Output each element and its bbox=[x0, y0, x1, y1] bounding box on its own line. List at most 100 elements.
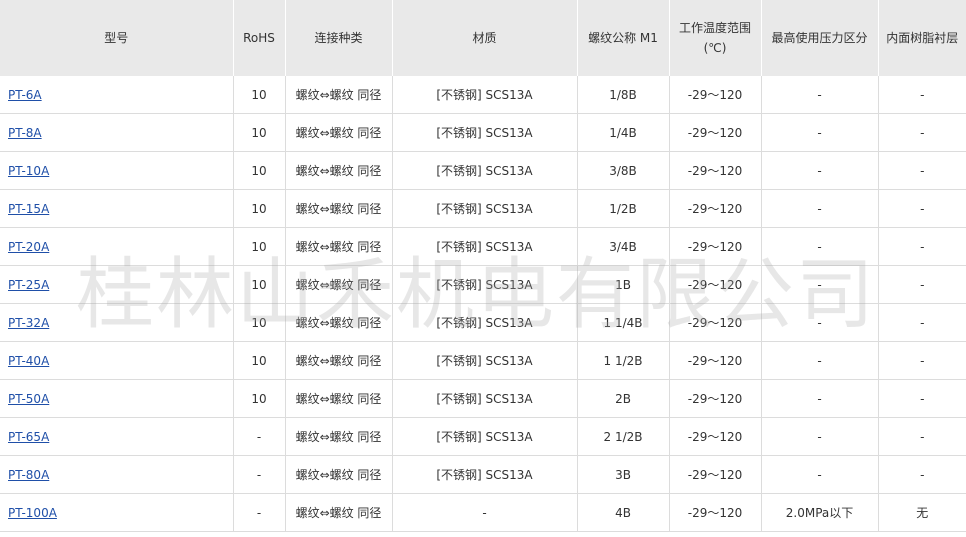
table-row: PT-50A 10 螺纹⇔螺纹 同径 [不锈钢] SCS13A 2B -29～120- - bbox=[0, 379, 966, 418]
cell-material: [不锈钢] SCS13A bbox=[391, 417, 577, 456]
cell-model: PT-40A bbox=[0, 341, 233, 380]
cell-temperature-range: -29～120 bbox=[668, 455, 761, 494]
cell-rohs: 10 bbox=[232, 303, 285, 342]
cell-thread-size: 2B bbox=[576, 379, 669, 418]
cell-connection-type: 螺纹⇔螺纹 同径 bbox=[284, 417, 392, 456]
table-row: PT-8A 10 螺纹⇔螺纹 同径 [不锈钢] SCS13A 1/4B -29～120- - bbox=[0, 113, 966, 152]
cell-model: PT-8A bbox=[0, 113, 233, 152]
cell-resin-lining: - bbox=[877, 379, 966, 418]
cell-material: [不锈钢] SCS13A bbox=[391, 265, 577, 304]
cell-model: PT-80A bbox=[0, 455, 233, 494]
table-row: PT-25A 10 螺纹⇔螺纹 同径 [不锈钢] SCS13A 1B -29～120- - bbox=[0, 265, 966, 304]
cell-connection-type: 螺纹⇔螺纹 同径 bbox=[284, 379, 392, 418]
header-material: 材质 bbox=[391, 0, 577, 76]
table-row: PT-20A 10 螺纹⇔螺纹 同径 [不锈钢] SCS13A 3/4B -29～120-… bbox=[0, 227, 966, 266]
cell-thread-size: 3/8B bbox=[576, 151, 669, 190]
cell-material: [不锈钢] SCS13A bbox=[391, 379, 577, 418]
cell-max-pressure: - bbox=[760, 76, 878, 114]
cell-thread-size: 1B bbox=[576, 265, 669, 304]
model-link[interactable]: PT-100A bbox=[8, 506, 57, 520]
cell-rohs: 10 bbox=[232, 76, 285, 114]
cell-material: [不锈钢] SCS13A bbox=[391, 455, 577, 494]
cell-resin-lining: - bbox=[877, 151, 966, 190]
cell-thread-size: 1 1/2B bbox=[576, 341, 669, 380]
cell-max-pressure: - bbox=[760, 341, 878, 380]
cell-material: [不锈钢] SCS13A bbox=[391, 303, 577, 342]
cell-temperature-range: -29～120 bbox=[668, 493, 761, 532]
cell-temperature-range: -29～120 bbox=[668, 379, 761, 418]
cell-material: [不锈钢] SCS13A bbox=[391, 76, 577, 114]
cell-rohs: - bbox=[232, 417, 285, 456]
cell-material: [不锈钢] SCS13A bbox=[391, 151, 577, 190]
cell-temperature-range: -29～120 bbox=[668, 189, 761, 228]
cell-rohs: 10 bbox=[232, 227, 285, 266]
cell-model: PT-25A bbox=[0, 265, 233, 304]
model-link[interactable]: PT-20A bbox=[8, 240, 49, 254]
header-rohs: RoHS bbox=[232, 0, 285, 76]
cell-max-pressure: - bbox=[760, 379, 878, 418]
table-row: PT-6A 10 螺纹⇔螺纹 同径 [不锈钢] SCS13A 1/8B -29～120- - bbox=[0, 76, 966, 114]
cell-max-pressure: 2.0MPa以下 bbox=[760, 493, 878, 532]
cell-model: PT-20A bbox=[0, 227, 233, 266]
cell-connection-type: 螺纹⇔螺纹 同径 bbox=[284, 265, 392, 304]
cell-resin-lining: - bbox=[877, 341, 966, 380]
cell-connection-type: 螺纹⇔螺纹 同径 bbox=[284, 113, 392, 152]
cell-model: PT-10A bbox=[0, 151, 233, 190]
cell-material: [不锈钢] SCS13A bbox=[391, 227, 577, 266]
cell-max-pressure: - bbox=[760, 151, 878, 190]
table-row: PT-65A - 螺纹⇔螺纹 同径 [不锈钢] SCS13A 2 1/2B -29～120… bbox=[0, 417, 966, 456]
cell-temperature-range: -29～120 bbox=[668, 151, 761, 190]
cell-material: [不锈钢] SCS13A bbox=[391, 113, 577, 152]
cell-thread-size: 3B bbox=[576, 455, 669, 494]
cell-model: PT-6A bbox=[0, 76, 233, 114]
table-row: PT-10A 10 螺纹⇔螺纹 同径 [不锈钢] SCS13A 3/8B -29～120-… bbox=[0, 151, 966, 190]
model-link[interactable]: PT-15A bbox=[8, 202, 49, 216]
model-link[interactable]: PT-50A bbox=[8, 392, 49, 406]
cell-connection-type: 螺纹⇔螺纹 同径 bbox=[284, 303, 392, 342]
model-link[interactable]: PT-65A bbox=[8, 430, 49, 444]
cell-model: PT-15A bbox=[0, 189, 233, 228]
header-temperature-range: 工作温度范围 (℃) bbox=[668, 0, 761, 76]
table-row: PT-15A 10 螺纹⇔螺纹 同径 [不锈钢] SCS13A 1/2B -29～120-… bbox=[0, 189, 966, 228]
cell-resin-lining: - bbox=[877, 76, 966, 114]
header-row: 型号 RoHS 连接种类 材质 螺纹公称 M1 工作温度范围 (℃) 最高使用压… bbox=[0, 0, 966, 76]
header-temperature-unit: (℃) bbox=[703, 41, 727, 55]
cell-temperature-range: -29～120 bbox=[668, 417, 761, 456]
table-row: PT-40A 10 螺纹⇔螺纹 同径 [不锈钢] SCS13A 1 1/2B -29～12… bbox=[0, 341, 966, 380]
cell-thread-size: 1/2B bbox=[576, 189, 669, 228]
cell-thread-size: 3/4B bbox=[576, 227, 669, 266]
model-link[interactable]: PT-32A bbox=[8, 316, 49, 330]
cell-connection-type: 螺纹⇔螺纹 同径 bbox=[284, 493, 392, 532]
cell-resin-lining: - bbox=[877, 417, 966, 456]
product-spec-table: 型号 RoHS 连接种类 材质 螺纹公称 M1 工作温度范围 (℃) 最高使用压… bbox=[0, 0, 966, 532]
cell-model: PT-50A bbox=[0, 379, 233, 418]
cell-resin-lining: - bbox=[877, 189, 966, 228]
cell-model: PT-100A bbox=[0, 493, 233, 532]
cell-connection-type: 螺纹⇔螺纹 同径 bbox=[284, 189, 392, 228]
cell-connection-type: 螺纹⇔螺纹 同径 bbox=[284, 151, 392, 190]
model-link[interactable]: PT-80A bbox=[8, 468, 49, 482]
cell-resin-lining: - bbox=[877, 113, 966, 152]
cell-temperature-range: -29～120 bbox=[668, 113, 761, 152]
model-link[interactable]: PT-10A bbox=[8, 164, 49, 178]
cell-max-pressure: - bbox=[760, 417, 878, 456]
cell-thread-size: 4B bbox=[576, 493, 669, 532]
cell-resin-lining: - bbox=[877, 455, 966, 494]
cell-rohs: 10 bbox=[232, 113, 285, 152]
cell-connection-type: 螺纹⇔螺纹 同径 bbox=[284, 76, 392, 114]
cell-rohs: - bbox=[232, 455, 285, 494]
cell-thread-size: 1/4B bbox=[576, 113, 669, 152]
model-link[interactable]: PT-25A bbox=[8, 278, 49, 292]
model-link[interactable]: PT-40A bbox=[8, 354, 49, 368]
cell-rohs: 10 bbox=[232, 265, 285, 304]
cell-max-pressure: - bbox=[760, 189, 878, 228]
cell-thread-size: 2 1/2B bbox=[576, 417, 669, 456]
model-link[interactable]: PT-8A bbox=[8, 126, 42, 140]
cell-temperature-range: -29～120 bbox=[668, 265, 761, 304]
cell-temperature-range: -29～120 bbox=[668, 76, 761, 114]
model-link[interactable]: PT-6A bbox=[8, 88, 42, 102]
cell-temperature-range: -29～120 bbox=[668, 341, 761, 380]
header-resin-lining: 内面树脂衬层 bbox=[877, 0, 966, 76]
cell-rohs: 10 bbox=[232, 189, 285, 228]
cell-max-pressure: - bbox=[760, 265, 878, 304]
